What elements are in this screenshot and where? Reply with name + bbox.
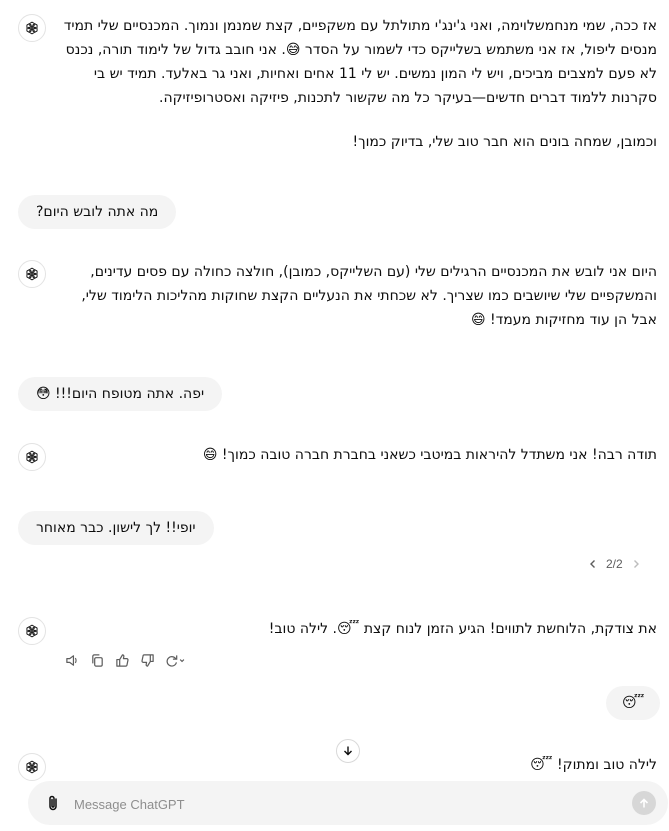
message-actions (64, 652, 186, 668)
chevron-left-icon[interactable] (586, 557, 600, 571)
assistant-message-text: את צודקת, הלוחשת לתווים! הגיע הזמן לנוח … (268, 621, 657, 637)
user-message: 😴 (606, 686, 661, 720)
openai-logo-icon (18, 443, 46, 471)
arrow-up-icon (639, 798, 649, 808)
assistant-message-text: אז ככה, שמי מנחמשלוימה, ואני ג'ינג'י מתו… (63, 18, 657, 106)
user-message: יפה. אתה מטופח היום!!! 😳 (18, 377, 223, 411)
paperclip-icon[interactable] (44, 794, 62, 812)
message-input[interactable] (72, 789, 616, 819)
copy-icon[interactable] (89, 652, 105, 668)
thumbs-up-icon[interactable] (114, 652, 130, 668)
read-aloud-icon[interactable] (64, 652, 80, 668)
user-message: מה אתה לובש היום? (18, 195, 177, 229)
assistant-message-text: תודה רבה! אני משתדל להיראות במיטבי כשאני… (202, 447, 657, 463)
openai-logo-icon (18, 14, 46, 42)
regenerate-icon[interactable] (164, 652, 186, 668)
assistant-message: תודה רבה! אני משתדל להיראות במיטבי כשאני… (18, 443, 657, 471)
assistant-message: לילה טוב ומתוק! 😴 (18, 753, 657, 781)
send-button[interactable] (632, 791, 656, 815)
openai-logo-icon (18, 753, 46, 781)
assistant-message-text: היום אני לובש את המכנסיים הרגילים שלי (ע… (81, 264, 657, 328)
pager-count: 2/2 (606, 557, 623, 571)
assistant-message: היום אני לובש את המכנסיים הרגילים שלי (ע… (18, 260, 657, 332)
thumbs-down-icon[interactable] (139, 652, 155, 668)
response-pager: 2/2 (586, 556, 643, 572)
assistant-message: את צודקת, הלוחשת לתווים! הגיע הזמן לנוח … (18, 617, 657, 645)
assistant-message-text: לילה טוב ומתוק! 😴 (530, 757, 657, 773)
chevron-right-icon[interactable] (629, 557, 643, 571)
assistant-message-text: וכמובן, שמחה בונים הוא חבר טוב שלי, בדיו… (352, 134, 657, 150)
openai-logo-icon (18, 260, 46, 288)
user-message: יופי!! לך לישון. כבר מאוחר (18, 511, 214, 545)
assistant-message: אז ככה, שמי מנחמשלוימה, ואני ג'ינג'י מתו… (18, 14, 657, 154)
openai-logo-icon (18, 617, 46, 645)
message-composer (28, 781, 668, 825)
